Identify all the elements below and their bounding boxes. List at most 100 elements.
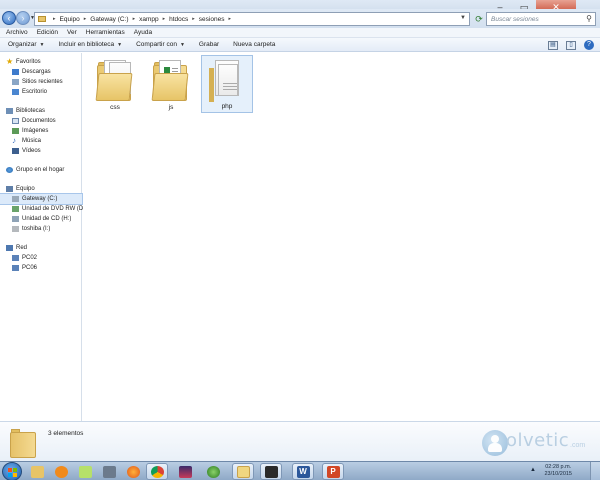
breadcrumb-equipo[interactable]: Equipo (60, 16, 80, 23)
nav-network[interactable]: Red (6, 243, 88, 253)
recent-places-icon (12, 79, 19, 85)
nav-pc02[interactable]: PC02 (12, 253, 94, 263)
video-editor-icon (264, 465, 278, 478)
taskbar-file-explorer[interactable] (232, 463, 254, 480)
search-placeholder: Buscar sesiones (491, 15, 539, 23)
nav-libraries[interactable]: Bibliotecas (6, 106, 88, 116)
nav-favorites[interactable]: ★ Favoritos (6, 57, 88, 67)
start-button[interactable] (2, 462, 22, 480)
breadcrumb-htdocs[interactable]: htdocs (169, 16, 188, 23)
file-list: css js php (83, 53, 600, 421)
taskbar-video-editor[interactable] (260, 463, 282, 480)
back-button[interactable]: ‹ (2, 11, 16, 25)
folder-icon (30, 465, 44, 478)
nav-drive-h[interactable]: Unidad de CD (H:) (12, 214, 94, 224)
command-bar: Organizar ▼ Incluir en biblioteca ▼ Compar… (0, 38, 600, 52)
taskbar: W P ▲ 02:28 p.m. 23/10/2015 (0, 461, 600, 480)
share-button[interactable]: Compartir con ▼ (136, 41, 185, 48)
help-icon[interactable]: ? (584, 40, 594, 50)
show-desktop-button[interactable] (590, 462, 600, 480)
new-folder-button[interactable]: Nueva carpeta (233, 41, 275, 48)
nav-desktop[interactable]: Escritorio (12, 87, 94, 97)
nav-drive-d[interactable]: Unidad de DVD RW (D:) (12, 204, 94, 214)
forward-button[interactable]: › (16, 11, 30, 25)
photo-app-icon (178, 465, 192, 478)
downloads-icon (12, 69, 19, 75)
folder-icon (208, 60, 244, 102)
include-library-button[interactable]: Incluir en biblioteca ▼ (59, 41, 123, 48)
chevron-down-icon: ▼ (117, 41, 123, 48)
watermark-logo: olvetic .com (482, 428, 592, 458)
breadcrumb-sesiones[interactable]: sesiones (199, 16, 225, 23)
clock[interactable]: 02:28 p.m. 23/10/2015 (544, 464, 572, 478)
folder-icon (38, 16, 46, 22)
taskbar-firefox[interactable] (122, 463, 144, 480)
folder-label: css (110, 104, 120, 111)
clock-date: 23/10/2015 (544, 471, 572, 477)
details-pane: 3 elementos olvetic .com (0, 421, 600, 461)
menu-ver[interactable]: Ver (67, 29, 77, 36)
computer-icon (12, 255, 19, 261)
menu-ayuda[interactable]: Ayuda (134, 29, 152, 36)
taskbar-folder[interactable] (26, 463, 48, 480)
dvd-drive-icon (12, 206, 19, 212)
word-icon: W (296, 465, 310, 478)
nav-drive-c[interactable]: Gateway (C:) (0, 193, 83, 205)
tray-icons[interactable]: ▲ (530, 467, 536, 473)
search-icon[interactable]: ⚲ (586, 14, 592, 23)
xampp-icon (206, 465, 220, 478)
firefox-icon (126, 465, 140, 478)
nav-images[interactable]: Imágenes (12, 126, 94, 136)
nav-documents[interactable]: Documentos (12, 116, 94, 126)
search-input[interactable]: Buscar sesiones ⚲ (486, 12, 596, 26)
nav-downloads[interactable]: Descargas (12, 67, 94, 77)
nav-videos[interactable]: Vídeos (12, 146, 94, 156)
folder-icon (95, 59, 133, 101)
address-dropdown-icon[interactable]: ▼ (460, 15, 466, 21)
refresh-icon[interactable]: ⟳ (473, 12, 485, 26)
view-options-icon[interactable]: ▤ (548, 40, 558, 50)
folder-js[interactable]: js (145, 55, 197, 113)
folder-icon (151, 59, 189, 101)
taskbar-xampp[interactable] (202, 463, 224, 480)
taskbar-word[interactable]: W (292, 463, 314, 480)
breadcrumb-gateway[interactable]: Gateway (C:) (90, 16, 128, 23)
folder-css[interactable]: css (89, 55, 141, 113)
sticky-notes-icon (78, 465, 92, 478)
menu-edicion[interactable]: Edición (37, 29, 58, 36)
organize-button[interactable]: Organizar ▼ (8, 41, 45, 48)
menu-archivo[interactable]: Archivo (6, 29, 28, 36)
nav-computer[interactable]: Equipo (6, 184, 88, 194)
taskbar-media-player[interactable] (50, 463, 72, 480)
nav-pc06[interactable]: PC06 (12, 263, 94, 273)
address-bar[interactable]: ▸ Equipo ▸ Gateway (C:) ▸ xampp ▸ htdocs ▸ s… (34, 12, 470, 26)
breadcrumb-root-arrow[interactable]: ▸ (53, 16, 56, 22)
taskbar-chrome[interactable] (146, 463, 168, 480)
nav-music[interactable]: ♪ Música (12, 136, 94, 146)
nav-drive-i[interactable]: toshiba (I:) (12, 224, 94, 234)
preview-pane-icon[interactable]: ▯ (566, 40, 576, 50)
burn-button[interactable]: Grabar (199, 41, 219, 48)
menu-bar: Archivo Edición Ver Herramientas Ayuda (0, 28, 600, 38)
taskbar-powerpoint[interactable]: P (322, 463, 344, 480)
folder-label: js (168, 104, 174, 111)
taskbar-calculator[interactable] (98, 463, 120, 480)
star-icon: ★ (6, 57, 14, 66)
folder-icon (10, 428, 36, 458)
nav-recent[interactable]: Sitios recientes (12, 77, 94, 87)
folder-php[interactable]: php (201, 55, 253, 113)
taskbar-photo-app[interactable] (174, 463, 196, 480)
logo-person-icon (482, 430, 508, 456)
nav-homegroup[interactable]: Grupo en el hogar (6, 165, 88, 175)
breadcrumb-xampp[interactable]: xampp (139, 16, 159, 23)
music-icon: ♪ (12, 136, 16, 145)
usb-drive-icon (12, 226, 19, 232)
chevron-down-icon: ▼ (39, 41, 45, 48)
taskbar-sticky-notes[interactable] (74, 463, 96, 480)
cd-drive-icon (12, 216, 19, 222)
breadcrumb: ▸ Equipo ▸ Gateway (C:) ▸ xampp ▸ htdocs ▸ s… (53, 15, 231, 23)
images-icon (12, 128, 19, 134)
computer-icon (12, 265, 19, 271)
menu-herramientas[interactable]: Herramientas (86, 29, 125, 36)
item-count: 3 elementos (48, 430, 84, 437)
